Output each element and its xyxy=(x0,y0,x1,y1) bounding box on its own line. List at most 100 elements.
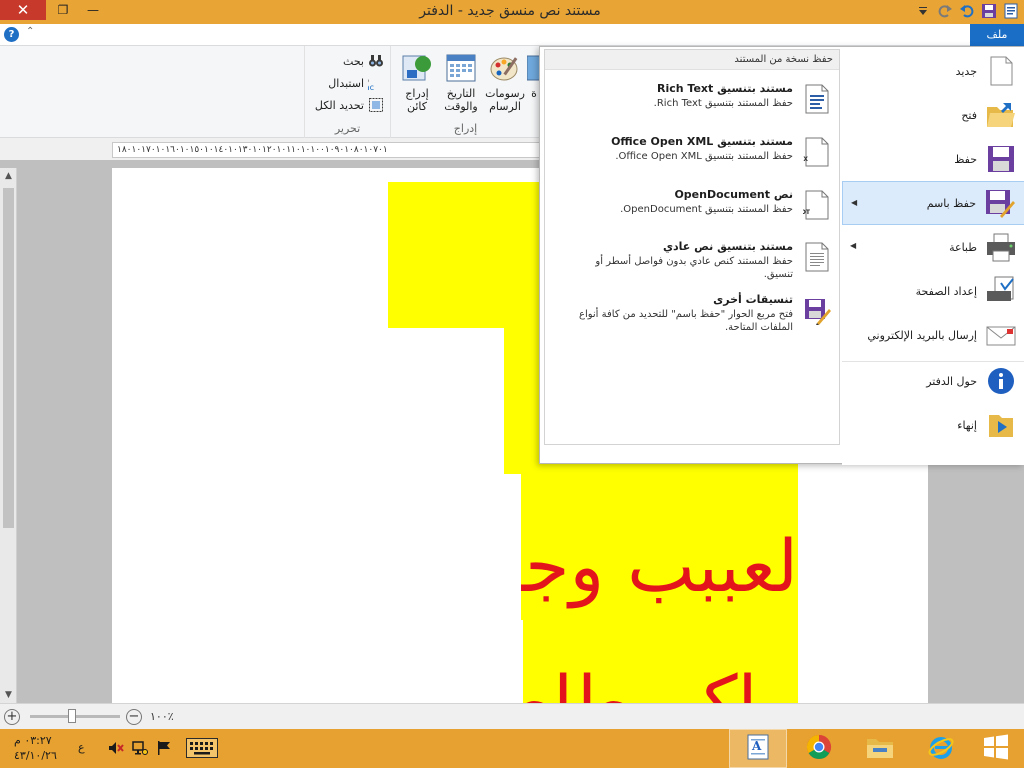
menu-page-setup-label: إعداد الصفحة xyxy=(915,284,977,298)
menu-save-as-label: حفظ باسم xyxy=(926,196,976,210)
menu-exit[interactable]: إنهاء xyxy=(842,403,1024,447)
menu-page-setup[interactable]: إعداد الصفحة xyxy=(842,269,1024,313)
restore-button[interactable]: ❐ xyxy=(50,0,76,20)
scroll-thumb[interactable] xyxy=(3,188,14,528)
menu-exit-label: إنهاء xyxy=(957,418,977,432)
scroll-up-icon[interactable]: ▲ xyxy=(0,168,17,184)
menu-send-email[interactable]: إرسال بالبريد الإلكتروني xyxy=(842,313,1024,357)
scroll-down-icon[interactable]: ▼ xyxy=(0,687,17,703)
paint-palette-icon xyxy=(489,52,521,84)
save-txt-title: مستند بتنسيق نص عادي xyxy=(662,240,793,253)
windows-logo-icon xyxy=(983,734,1009,763)
menu-save[interactable]: حفظ xyxy=(842,137,1024,181)
start-button[interactable] xyxy=(968,729,1024,768)
find-button[interactable]: بحث xyxy=(343,52,384,70)
clock-time: ٠٣:٢٧ م xyxy=(14,734,52,747)
app-menu-icon[interactable] xyxy=(1002,2,1020,20)
save-icon[interactable] xyxy=(980,2,998,20)
touch-keyboard-icon[interactable] xyxy=(186,738,218,758)
insert-group-label: إدراج xyxy=(453,122,478,135)
menu-print-label: طباعة xyxy=(949,240,977,254)
network-icon[interactable] xyxy=(132,740,148,756)
select-all-label: تحديد الكل xyxy=(314,98,364,112)
wordpad-icon: A xyxy=(744,733,772,764)
edit-group-label: تحرير xyxy=(334,122,361,135)
close-button[interactable]: ✕ xyxy=(0,0,46,20)
page-setup-icon xyxy=(985,275,1017,307)
save-other-formats-desc: فتح مربع الحوار "حفظ باسم" للتحديد من كا… xyxy=(578,309,793,333)
odt-document-icon: ODT xyxy=(796,190,831,220)
volume-muted-icon[interactable] xyxy=(108,740,124,756)
save-as-submenu: حفظ نسخة من المستند مستند بتنسيق Rich Te… xyxy=(544,49,840,445)
taskbar-file-explorer[interactable] xyxy=(851,729,909,768)
submenu-arrow-icon: ◀ xyxy=(850,241,857,250)
zoom-slider-thumb[interactable] xyxy=(68,709,76,723)
menu-new[interactable]: جديد xyxy=(842,49,1024,93)
redo-icon[interactable] xyxy=(936,2,954,20)
file-tab[interactable]: ملف xyxy=(970,24,1024,46)
document-line[interactable]: ماكم طاطا xyxy=(523,620,798,703)
select-all-button[interactable]: تحديد الكل xyxy=(315,96,384,114)
save-odt-desc: حفظ المستند بتنسيق OpenDocument. xyxy=(620,204,793,215)
find-label: بحث xyxy=(343,54,364,68)
language-indicator[interactable]: ع xyxy=(78,741,85,754)
submenu-arrow-icon: ◀ xyxy=(851,198,858,207)
insert-object-label: إدراج كائن xyxy=(405,87,429,113)
taskbar-wordpad[interactable]: A xyxy=(729,729,787,768)
insert-group: إدراج كائن التاريخ والوقت رسومات الرسام … xyxy=(390,46,541,138)
collapse-ribbon-icon[interactable]: ⌃ xyxy=(26,26,34,37)
menu-open[interactable]: فتح xyxy=(842,93,1024,137)
taskbar: ٠٣:٢٧ م ٤٣/١٠/٢٦ ع A xyxy=(0,729,1024,768)
status-bar: + − ١٠٠٪ xyxy=(0,703,1024,729)
menu-new-label: جديد xyxy=(955,64,977,78)
save-docx-desc: حفظ المستند بتنسيق Office Open XML. xyxy=(615,151,793,162)
email-icon xyxy=(985,319,1017,351)
save-rtf-desc: حفظ المستند بتنسيق Rich Text. xyxy=(653,98,793,109)
quick-access-toolbar xyxy=(914,2,1020,22)
document-line[interactable]: لعببب وجد xyxy=(521,474,798,620)
undo-icon[interactable] xyxy=(958,2,976,20)
save-docx-item[interactable]: DOCX مستند بتنسيق Office Open XML حفظ ال… xyxy=(545,135,839,179)
vertical-scrollbar[interactable]: ▲ ▼ xyxy=(0,168,17,703)
date-time-button[interactable]: التاريخ والوقت xyxy=(439,52,483,113)
save-other-formats-title: تنسيقات أخرى xyxy=(713,293,793,306)
svg-text:A: A xyxy=(751,739,762,753)
help-icon[interactable]: ? xyxy=(4,27,19,42)
menu-print[interactable]: طباعة ◀ xyxy=(842,225,1024,269)
save-rtf-title: مستند بتنسيق Rich Text xyxy=(657,82,793,95)
zoom-in-button[interactable]: + xyxy=(4,709,20,725)
menu-about[interactable]: حول الدفتر xyxy=(842,359,1024,403)
open-folder-icon xyxy=(985,99,1017,131)
select-all-icon xyxy=(368,97,384,113)
taskbar-internet-explorer[interactable] xyxy=(912,729,970,768)
action-center-flag-icon[interactable] xyxy=(156,740,172,756)
save-odt-item[interactable]: ODT نص OpenDocument حفظ المستند بتنسيق O… xyxy=(545,188,839,232)
insert-object-button[interactable]: إدراج كائن xyxy=(395,52,439,113)
menu-open-label: فتح xyxy=(961,108,977,122)
file-explorer-icon xyxy=(865,733,895,764)
save-docx-title: مستند بتنسيق Office Open XML xyxy=(611,135,793,148)
menu-save-as[interactable]: حفظ باسم ◀ xyxy=(842,181,1024,225)
date-time-label: التاريخ والوقت xyxy=(444,87,478,113)
replace-label: استبدال xyxy=(328,76,364,90)
customize-qat-icon[interactable] xyxy=(914,2,932,20)
minimize-button[interactable]: — xyxy=(80,0,106,20)
svg-text:DOCX: DOCX xyxy=(803,156,808,163)
clock[interactable]: ٠٣:٢٧ م ٤٣/١٠/٢٦ xyxy=(14,733,64,763)
save-other-formats-item[interactable]: تنسيقات أخرى فتح مربع الحوار "حفظ باسم" … xyxy=(545,293,839,343)
menu-about-label: حول الدفتر xyxy=(926,374,977,388)
save-txt-desc: حفظ المستند كنص عادي بدون فواصل أسطر أو … xyxy=(595,256,793,280)
taskbar-chrome[interactable] xyxy=(790,729,848,768)
save-txt-item[interactable]: مستند بتنسيق نص عادي حفظ المستند كنص عاد… xyxy=(545,240,839,290)
save-rtf-item[interactable]: مستند بتنسيق Rich Text حفظ المستند بتنسي… xyxy=(545,82,839,126)
text-document-icon xyxy=(803,242,831,272)
printer-icon xyxy=(985,231,1017,263)
ribbon-tab-bar: ? ⌃ xyxy=(0,24,1024,46)
save-odt-title: نص OpenDocument xyxy=(674,188,793,201)
ruler: ١٨٠١٠١٧٠١٠١٦٠١٠١٥٠١٠١٤٠١٠١٣٠١٠١٢٠١٠١١٠١٠… xyxy=(112,142,540,158)
zoom-out-button[interactable]: − xyxy=(126,709,142,725)
replace-button[interactable]: abac استبدال xyxy=(328,74,384,92)
paint-drawing-button[interactable]: رسومات الرسام xyxy=(483,52,527,113)
edit-group: بحث abac استبدال تحديد الكل تحرير xyxy=(304,46,390,138)
save-icon xyxy=(985,143,1017,175)
